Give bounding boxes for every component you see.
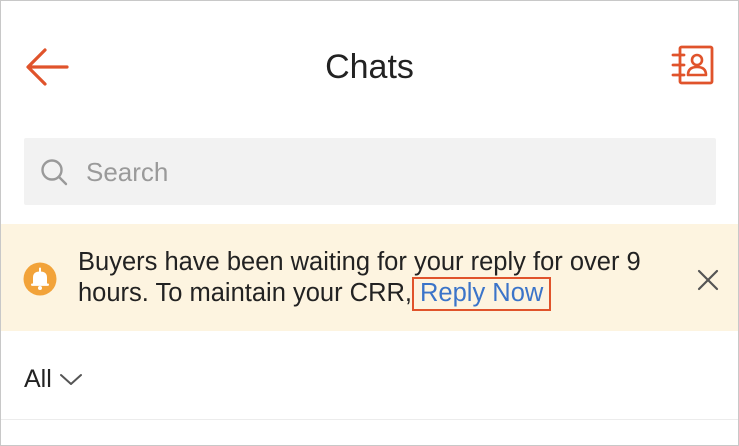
reply-reminder-banner: Buyers have been waiting for your reply … (1, 224, 738, 331)
reply-now-link[interactable]: Reply Now (412, 277, 552, 311)
filter-selected-label: All (24, 364, 52, 393)
contact-book-icon (671, 45, 714, 85)
search-input[interactable] (84, 138, 698, 207)
banner-message: Buyers have been waiting for your reply … (78, 247, 678, 311)
chats-screen: Chats Buyers have been (0, 0, 739, 446)
chevron-down-icon (59, 374, 82, 385)
banner-message-text: Buyers have been waiting for your reply … (78, 248, 641, 307)
bell-icon (23, 262, 57, 296)
search-icon (41, 159, 68, 186)
header-bar: Chats (1, 1, 738, 131)
search-bar[interactable] (24, 138, 716, 207)
contacts-button[interactable] (669, 43, 715, 87)
chat-filter-dropdown[interactable]: All (24, 361, 84, 397)
page-title: Chats (325, 48, 414, 86)
close-banner-button[interactable] (693, 265, 723, 295)
divider (1, 419, 738, 420)
close-icon (697, 269, 719, 291)
